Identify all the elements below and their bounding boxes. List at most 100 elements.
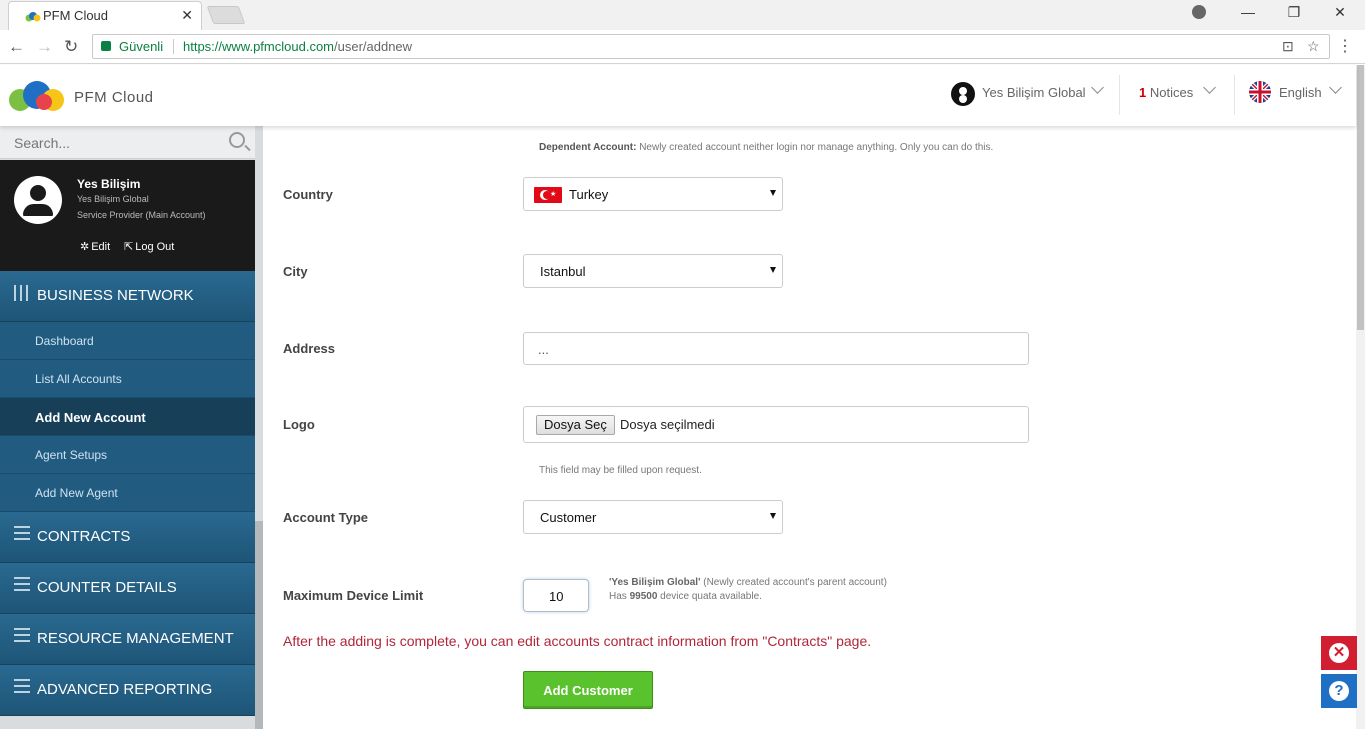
bookmark-star-icon[interactable]: ☆ <box>1307 38 1320 55</box>
pfm-cloud-logo[interactable] <box>8 81 66 111</box>
sidebar-item-label: Agent Setups <box>35 448 108 462</box>
nav-section-counter-details[interactable]: COUNTER DETAILS <box>0 563 255 614</box>
brand-name: PFM Cloud <box>74 89 154 106</box>
sidebar-nav: BUSINESS NETWORK Dashboard List All Acco… <box>0 271 255 716</box>
address-input[interactable]: ... <box>523 332 1029 365</box>
reload-icon[interactable]: ↻ <box>64 37 78 57</box>
user-account-icon <box>951 82 975 106</box>
new-tab-button[interactable] <box>206 6 246 24</box>
quota-tail: device quata available. <box>660 591 762 602</box>
nav-section-label: ADVANCED REPORTING <box>37 681 213 698</box>
search-input[interactable] <box>0 126 220 159</box>
country-label: Country <box>283 187 333 202</box>
page-scrollbar-thumb[interactable] <box>1357 65 1364 330</box>
logout-link[interactable]: ⇱ Log Out <box>124 240 174 253</box>
logout-label: Log Out <box>135 241 175 253</box>
edit-profile-link[interactable]: ✲ Edit <box>80 240 110 253</box>
help-icon: ? <box>1329 681 1349 701</box>
forward-arrow-icon[interactable]: → <box>36 37 53 57</box>
url-text[interactable]: https://www.pfmcloud.com/user/addnew <box>183 39 412 54</box>
notices-menu[interactable]: 1 Notices <box>1139 85 1193 100</box>
close-icon: ✕ <box>1329 643 1349 663</box>
sidebar-item-dashboard[interactable]: Dashboard <box>0 322 255 360</box>
avatar <box>14 176 62 224</box>
sidebar-item-label: List All Accounts <box>35 372 122 386</box>
logo-label: Logo <box>283 417 315 432</box>
hamburger-icon <box>14 628 30 646</box>
browser-tab[interactable]: PFM Cloud ✕ <box>8 1 202 30</box>
gear-icon: ✲ <box>80 241 90 253</box>
back-arrow-icon[interactable]: ← <box>8 37 25 57</box>
address-value: ... <box>538 342 549 357</box>
nav-section-business-network[interactable]: BUSINESS NETWORK <box>0 271 255 322</box>
translate-icon[interactable]: ⊡ <box>1282 38 1294 55</box>
notice-count-badge: 1 <box>1139 85 1147 100</box>
contracts-notice: After the adding is complete, you can ed… <box>283 633 872 649</box>
device-limit-input[interactable]: 10 <box>523 579 589 612</box>
sidebar-item-label: Add New Account <box>35 410 146 425</box>
dropdown-arrow-icon <box>770 513 776 519</box>
bars-vertical-icon <box>14 285 30 301</box>
city-select[interactable]: Istanbul <box>523 254 783 288</box>
nav-section-advanced-reporting[interactable]: ADVANCED REPORTING <box>0 665 255 716</box>
sidebar-item-label: Add New Agent <box>35 486 118 500</box>
quota-has: Has <box>609 591 627 602</box>
dependent-desc: Newly created account neither login nor … <box>639 142 994 153</box>
hamburger-icon <box>14 526 30 544</box>
chevron-down-icon[interactable] <box>1091 81 1104 94</box>
logout-icon: ⇱ <box>124 241 134 253</box>
browser-profile-icon[interactable] <box>1192 5 1206 19</box>
user-menu[interactable]: Yes Bilişim Global <box>982 85 1086 100</box>
choose-file-button[interactable]: Dosya Seç <box>536 415 615 435</box>
add-account-form: Dependent Account: Newly created account… <box>263 126 1356 729</box>
quota-amount: 99500 <box>629 591 658 602</box>
quota-available-info: Has 99500 device quata available. <box>609 591 762 602</box>
close-widget-button[interactable]: ✕ <box>1321 636 1357 670</box>
minimize-button[interactable]: — <box>1238 4 1258 20</box>
profile-role: Service Provider (Main Account) <box>77 210 206 220</box>
lock-icon <box>101 41 111 51</box>
language-menu[interactable]: English <box>1279 85 1322 100</box>
help-button[interactable]: ? <box>1321 674 1357 708</box>
city-value: Istanbul <box>540 264 586 279</box>
pfm-favicon-icon <box>25 12 41 22</box>
sidebar-item-label: Dashboard <box>35 334 94 348</box>
sidebar-item-agent-setups[interactable]: Agent Setups <box>0 436 255 474</box>
account-type-value: Customer <box>540 510 597 525</box>
sidebar-item-add-new-agent[interactable]: Add New Agent <box>0 474 255 512</box>
notices-label: Notices <box>1149 85 1194 100</box>
address-label: Address <box>283 341 336 356</box>
dependent-title: Dependent Account: <box>539 142 637 153</box>
device-limit-value: 10 <box>549 589 564 604</box>
address-bar[interactable]: Güvenli https://www.pfmcloud.com/user/ad… <box>92 34 1330 59</box>
header-divider <box>1234 75 1235 115</box>
tab-close-icon[interactable]: ✕ <box>181 7 193 24</box>
country-select[interactable]: ★ Turkey <box>523 177 783 211</box>
sidebar-item-list-all-accounts[interactable]: List All Accounts <box>0 360 255 398</box>
sidebar-scrollbar[interactable] <box>255 521 263 729</box>
window-close-button[interactable]: ✕ <box>1330 4 1350 21</box>
hamburger-icon <box>14 577 30 595</box>
nav-section-resource-management[interactable]: RESOURCE MANAGEMENT <box>0 614 255 665</box>
sidebar-item-add-new-account[interactable]: Add New Account <box>0 398 255 436</box>
url-host: https://www.pfmcloud.com <box>183 39 334 54</box>
logo-file-input: Dosya Seç Dosya seçilmedi <box>523 406 1029 443</box>
city-label: City <box>283 264 308 279</box>
profile-name: Yes Bilişim <box>77 177 141 191</box>
nav-section-contracts[interactable]: CONTRACTS <box>0 512 255 563</box>
nav-section-label: COUNTER DETAILS <box>37 579 177 596</box>
app-header: PFM Cloud Yes Bilişim Global 1 Notices E… <box>0 65 1356 126</box>
edit-label: Edit <box>91 241 111 253</box>
browser-menu-icon[interactable]: ⋮ <box>1337 36 1353 56</box>
dropdown-arrow-icon <box>770 267 776 273</box>
search-icon[interactable] <box>229 132 245 148</box>
chevron-down-icon[interactable] <box>1203 81 1216 94</box>
add-customer-button[interactable]: Add Customer <box>523 671 653 709</box>
sidebar-search <box>0 126 255 159</box>
account-type-select[interactable]: Customer <box>523 500 783 534</box>
quota-parent-desc: (Newly created account's parent account) <box>703 577 887 588</box>
chevron-down-icon[interactable] <box>1329 81 1342 94</box>
restore-button[interactable]: ❐ <box>1284 4 1304 21</box>
profile-org: Yes Bilişim Global <box>77 194 149 204</box>
browser-tabbar: PFM Cloud ✕ — ❐ ✕ <box>0 0 1365 30</box>
